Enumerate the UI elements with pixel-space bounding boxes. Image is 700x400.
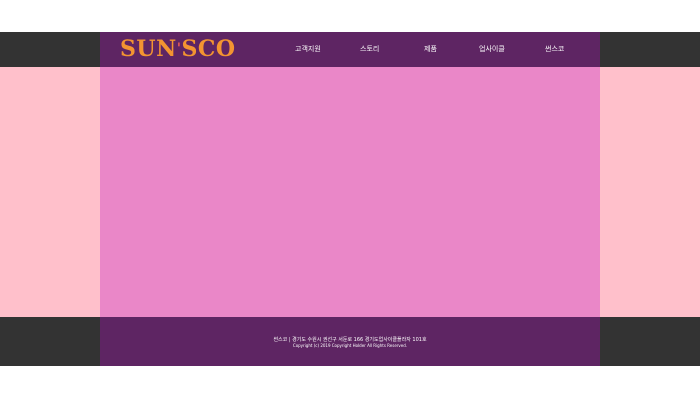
footer: 썬스코 | 경기도 수원시 권선구 서둔로 166 경기도업사이클플라자 101…: [100, 317, 600, 366]
page: SUN'SCO 고객지원 스토리 제품 업사이클 썬스코 썬스코 | 경기도 수…: [0, 0, 700, 400]
nav-item-products[interactable]: 제품: [424, 32, 437, 67]
nav-item-support[interactable]: 고객지원: [295, 32, 321, 67]
main-content: [100, 67, 600, 317]
main-nav: 고객지원 스토리 제품 업사이클 썬스코: [285, 32, 600, 67]
logo-text-sco: SCO: [181, 36, 236, 62]
header-band: SUN'SCO 고객지원 스토리 제품 업사이클 썬스코: [0, 32, 700, 67]
nav-item-sunsco[interactable]: 썬스코: [545, 32, 564, 67]
nav-item-upcycle[interactable]: 업사이클: [479, 32, 505, 67]
header: SUN'SCO 고객지원 스토리 제품 업사이클 썬스코: [100, 32, 600, 67]
logo[interactable]: SUN'SCO: [120, 34, 236, 65]
footer-copyright: Copyright (c) 2019 Copyright Holder All …: [292, 343, 408, 348]
nav-item-story[interactable]: 스토리: [360, 32, 379, 67]
logo-text-sun: SUN: [120, 36, 177, 62]
main-band: [0, 67, 700, 317]
footer-band: 썬스코 | 경기도 수원시 권선구 서둔로 166 경기도업사이클플라자 101…: [0, 317, 700, 366]
footer-address: 썬스코 | 경기도 수원시 권선구 서둔로 166 경기도업사이클플라자 101…: [273, 337, 427, 343]
